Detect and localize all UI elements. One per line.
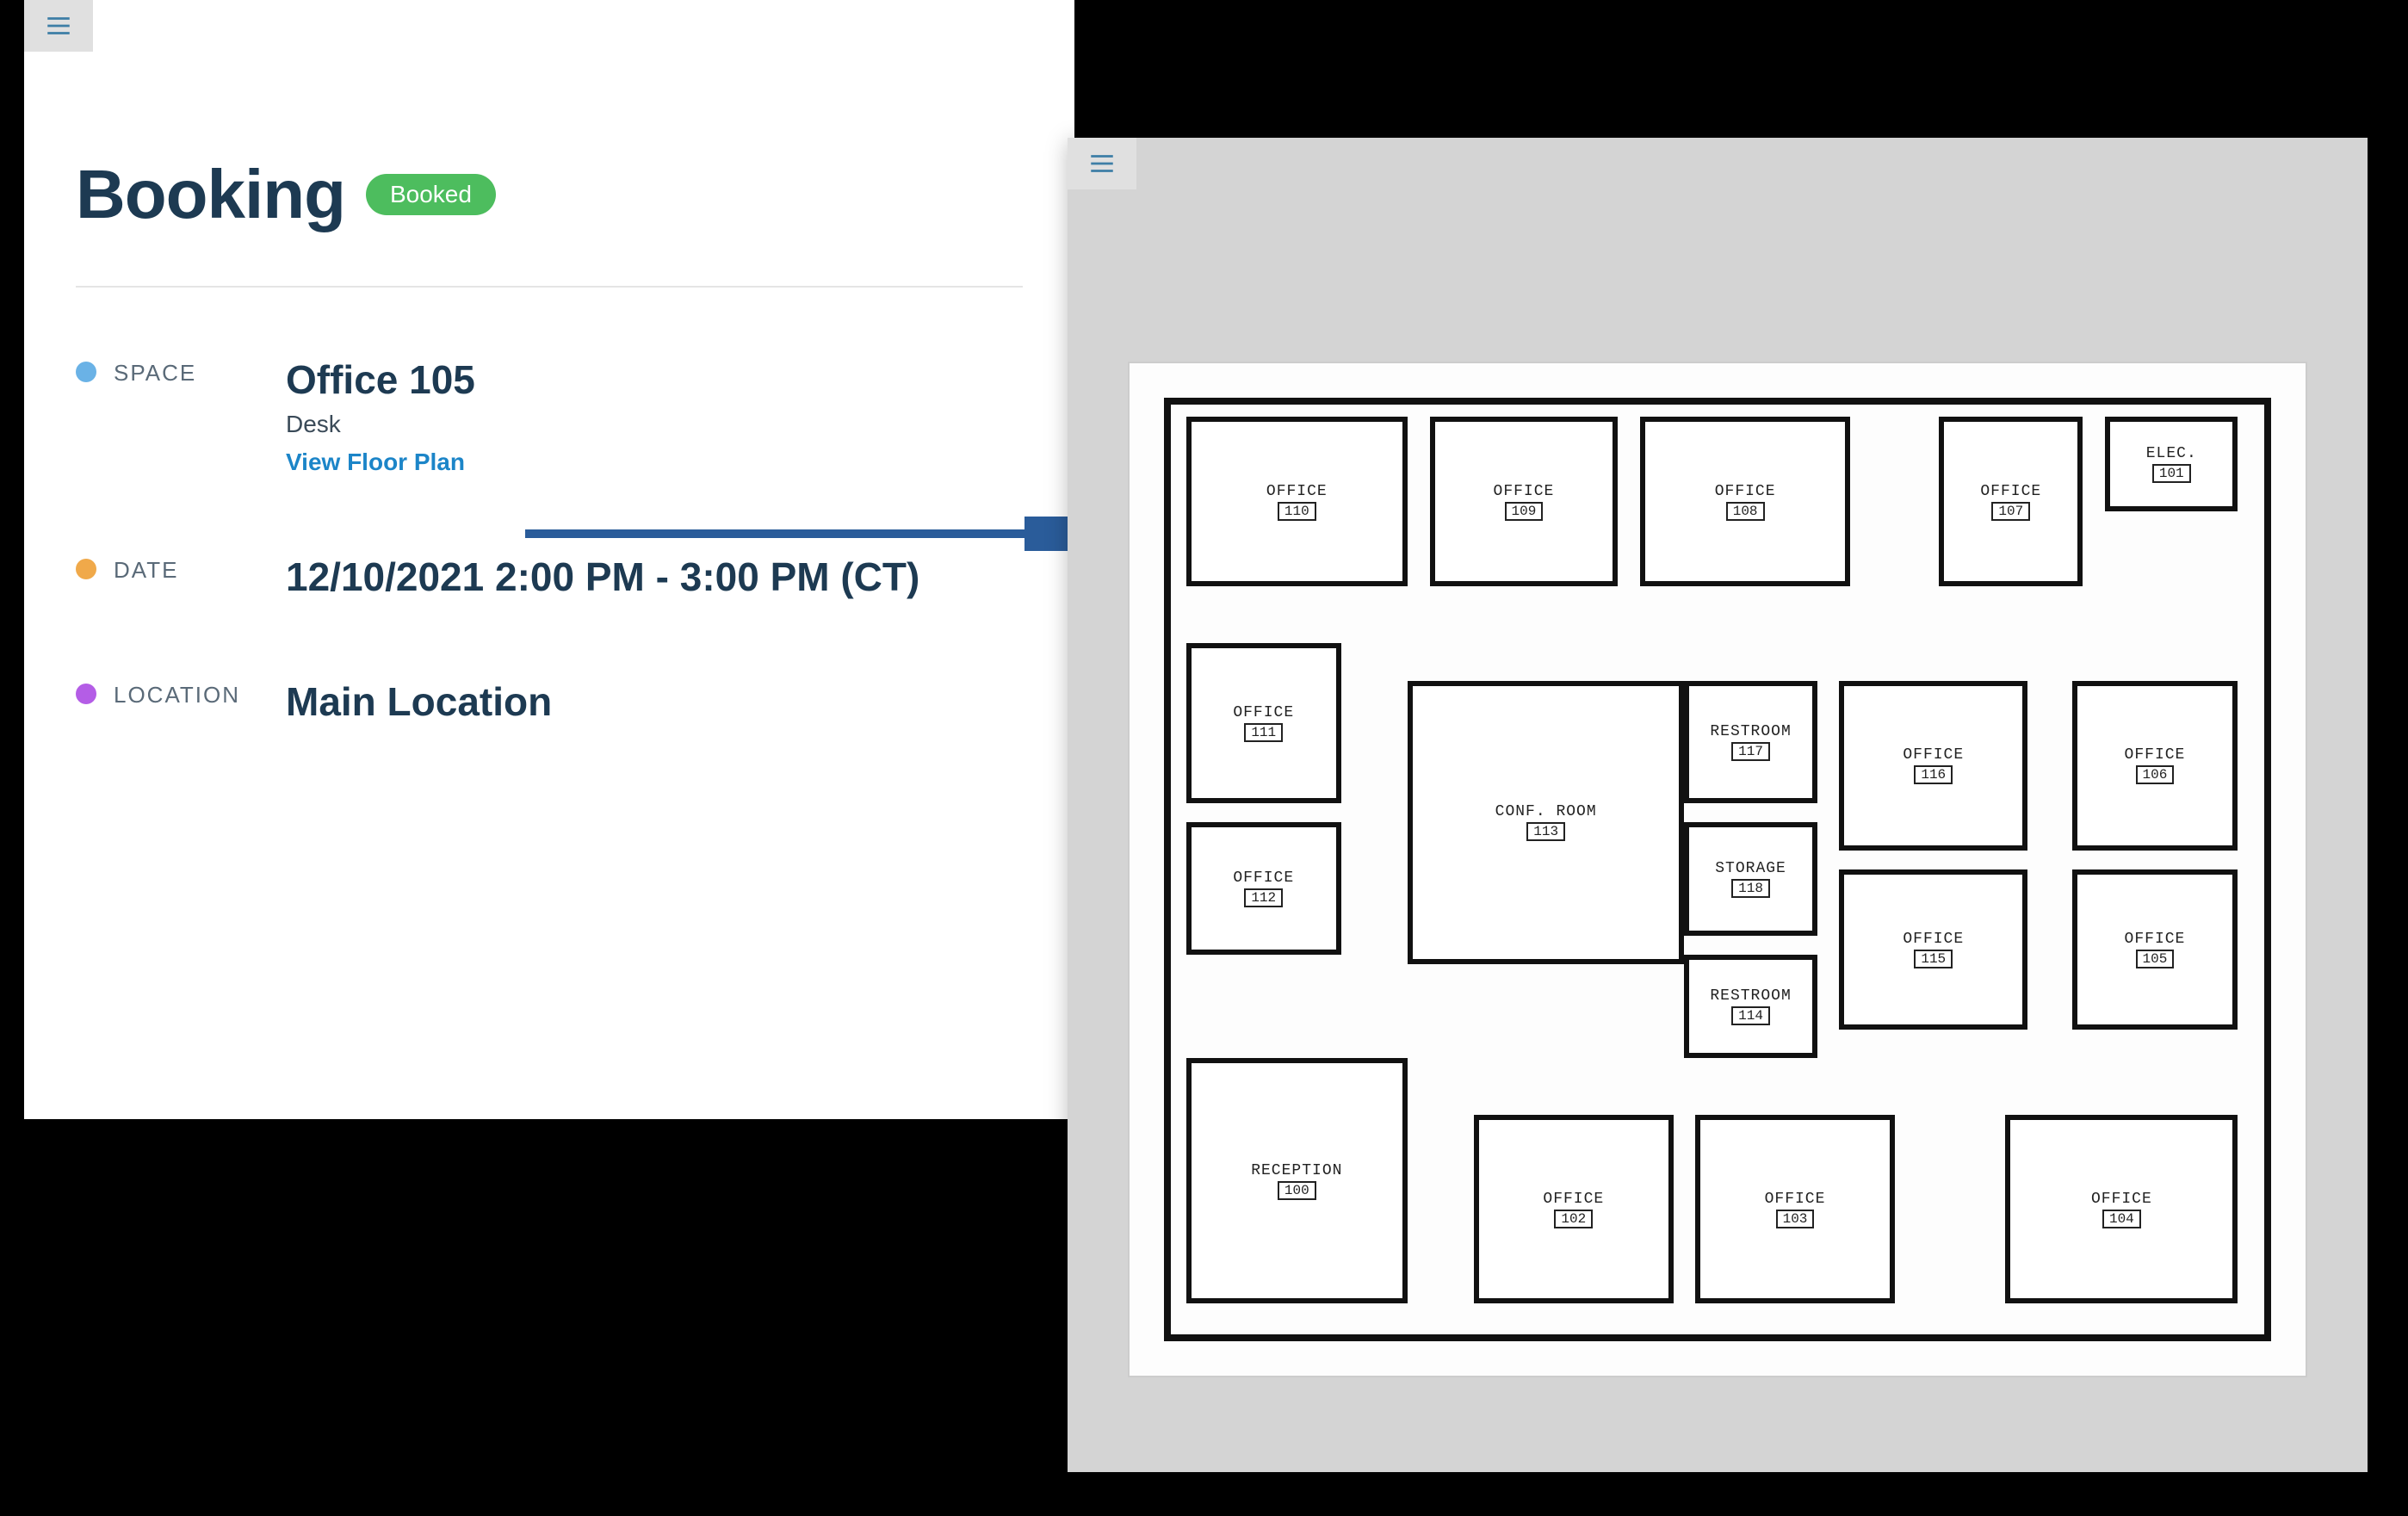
- room-number: 104: [2102, 1210, 2141, 1228]
- floorplan-inner: OFFICE 110 OFFICE 109 OFFICE 108 OFFICE 107 ELEC…: [1164, 398, 2271, 1341]
- room-104[interactable]: OFFICE 104: [2005, 1115, 2238, 1303]
- room-number: 106: [2136, 765, 2175, 784]
- booking-panel: Booking Booked SPACE Office 105 Desk Vie…: [24, 0, 1074, 1119]
- room-number: 113: [1526, 822, 1565, 841]
- location-value: Main Location: [286, 678, 1023, 726]
- room-number: 117: [1731, 742, 1770, 761]
- room-label: OFFICE: [1233, 704, 1294, 721]
- room-label: OFFICE: [2091, 1191, 2152, 1208]
- room-number: 115: [1914, 950, 1953, 968]
- room-number: 100: [1278, 1181, 1316, 1200]
- field-label: SPACE: [114, 360, 269, 387]
- room-number: 114: [1731, 1006, 1770, 1025]
- field-label: DATE: [114, 557, 269, 584]
- field-value-block: Office 105 Desk View Floor Plan: [286, 356, 1023, 476]
- room-105[interactable]: OFFICE 105: [2072, 869, 2238, 1030]
- room-label: OFFICE: [1233, 869, 1294, 887]
- room-number: 102: [1554, 1210, 1593, 1228]
- room-label: STORAGE: [1715, 860, 1786, 877]
- room-label: OFFICE: [1543, 1191, 1604, 1208]
- room-label: OFFICE: [1903, 746, 1964, 764]
- room-106[interactable]: OFFICE106: [2072, 681, 2238, 851]
- room-113[interactable]: CONF. ROOM 113: [1408, 681, 1685, 964]
- room-118[interactable]: STORAGE 118: [1684, 822, 1817, 936]
- space-name: Office 105: [286, 356, 1023, 404]
- room-102[interactable]: OFFICE 102: [1474, 1115, 1673, 1303]
- room-117[interactable]: RESTROOM 117: [1684, 681, 1817, 803]
- field-label: LOCATION: [114, 682, 269, 708]
- date-value: 12/10/2021 2:00 PM - 3:00 PM (CT): [286, 554, 1023, 601]
- room-101[interactable]: ELEC. 101: [2105, 417, 2238, 511]
- room-100[interactable]: RECEPTION 100: [1186, 1058, 1408, 1303]
- room-label: RESTROOM: [1710, 723, 1791, 740]
- room-label: OFFICE: [1266, 483, 1328, 500]
- space-type: Desk: [286, 411, 1023, 438]
- room-111[interactable]: OFFICE 111: [1186, 643, 1341, 803]
- room-115[interactable]: OFFICE 115: [1839, 869, 2027, 1030]
- floorplan-panel: OFFICE 110 OFFICE 109 OFFICE 108 OFFICE 107 ELEC…: [1068, 138, 2368, 1472]
- room-label: RECEPTION: [1251, 1162, 1342, 1179]
- room-number: 103: [1776, 1210, 1815, 1228]
- room-label: RESTROOM: [1710, 987, 1791, 1005]
- menu-button[interactable]: [24, 0, 93, 52]
- room-103[interactable]: OFFICE 103: [1695, 1115, 1894, 1303]
- room-number: 105: [2136, 950, 2175, 968]
- field-value-block: Main Location: [286, 678, 1023, 726]
- bullet-icon: [76, 684, 96, 704]
- room-number: 116: [1914, 765, 1953, 784]
- room-label: ELEC.: [2146, 445, 2197, 462]
- floorplan-canvas[interactable]: OFFICE 110 OFFICE 109 OFFICE 108 OFFICE 107 ELEC…: [1128, 362, 2307, 1377]
- room-number: 112: [1244, 888, 1283, 907]
- bullet-icon: [76, 362, 96, 382]
- room-label: OFFICE: [2125, 746, 2186, 764]
- room-number: 101: [2152, 464, 2191, 483]
- menu-button[interactable]: [1068, 138, 1136, 189]
- page-title: Booking: [76, 155, 345, 234]
- booking-details: SPACE Office 105 Desk View Floor Plan DA…: [24, 288, 1074, 727]
- status-badge: Booked: [366, 174, 496, 215]
- bullet-icon: [76, 559, 96, 579]
- room-110[interactable]: OFFICE 110: [1186, 417, 1408, 586]
- detail-row-date: DATE 12/10/2021 2:00 PM - 3:00 PM (CT): [76, 554, 1023, 601]
- room-107[interactable]: OFFICE 107: [1939, 417, 2083, 586]
- room-109[interactable]: OFFICE 109: [1430, 417, 1619, 586]
- room-number: 108: [1726, 502, 1765, 521]
- detail-row-space: SPACE Office 105 Desk View Floor Plan: [76, 356, 1023, 476]
- room-114[interactable]: RESTROOM114: [1684, 955, 1817, 1059]
- room-number: 111: [1244, 723, 1283, 742]
- room-number: 118: [1731, 879, 1770, 898]
- booking-header: Booking Booked: [24, 52, 1074, 234]
- detail-row-location: LOCATION Main Location: [76, 678, 1023, 726]
- field-value-block: 12/10/2021 2:00 PM - 3:00 PM (CT): [286, 554, 1023, 601]
- room-label: OFFICE: [1715, 483, 1776, 500]
- room-112[interactable]: OFFICE112: [1186, 822, 1341, 954]
- room-number: 107: [1991, 502, 2030, 521]
- room-label: OFFICE: [1494, 483, 1555, 500]
- room-number: 109: [1505, 502, 1544, 521]
- view-floor-plan-link[interactable]: View Floor Plan: [286, 449, 465, 476]
- room-108[interactable]: OFFICE 108: [1640, 417, 1850, 586]
- room-label: OFFICE: [2125, 931, 2186, 948]
- room-label: OFFICE: [1765, 1191, 1826, 1208]
- room-label: CONF. ROOM: [1495, 803, 1597, 820]
- hamburger-icon: [44, 11, 73, 40]
- room-label: OFFICE: [1903, 931, 1964, 948]
- room-116[interactable]: OFFICE116: [1839, 681, 2027, 851]
- hamburger-icon: [1087, 149, 1117, 178]
- room-number: 110: [1278, 502, 1316, 521]
- room-label: OFFICE: [1980, 483, 2041, 500]
